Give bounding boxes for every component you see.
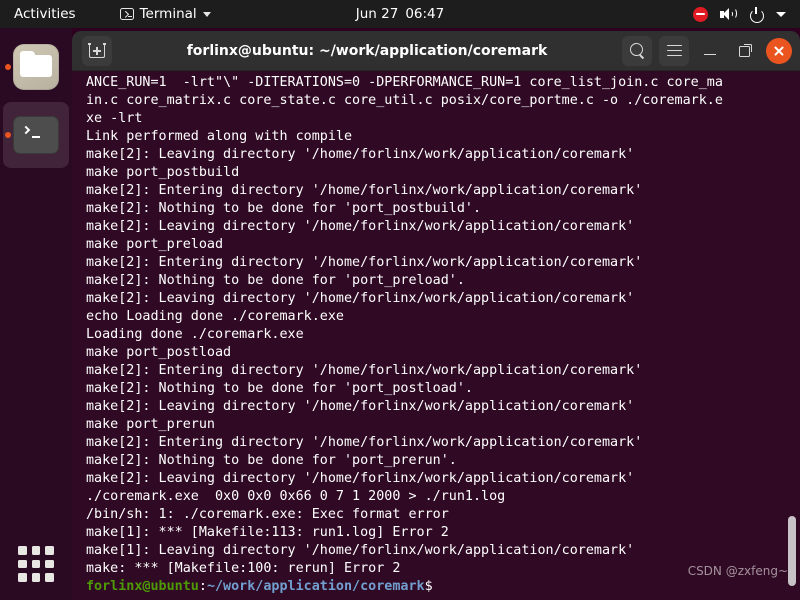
terminal-icon bbox=[13, 116, 59, 154]
gnome-top-bar: Activities Terminal Jun 27 06:47 bbox=[0, 0, 800, 28]
desktop-screen: Activities Terminal Jun 27 06:47 forlinx… bbox=[0, 0, 800, 600]
prompt-user-host: forlinx@ubuntu bbox=[86, 579, 199, 594]
terminal-body[interactable]: ANCE_RUN=1 -lrt"\" -DITERATIONS=0 -DPERF… bbox=[72, 71, 800, 600]
terminal-line: make[2]: Entering directory '/home/forli… bbox=[86, 183, 643, 198]
terminal-line: make[1]: *** [Makefile:113: run1.log] Er… bbox=[86, 525, 449, 540]
system-tray[interactable] bbox=[693, 0, 792, 28]
window-titlebar[interactable]: forlinx@ubuntu: ~/work/application/corem… bbox=[72, 31, 800, 71]
running-indicator-dot bbox=[5, 132, 11, 138]
terminal-output: ANCE_RUN=1 -lrt"\" -DITERATIONS=0 -DPERF… bbox=[74, 74, 800, 596]
power-icon[interactable] bbox=[749, 6, 764, 23]
clock-date: Jun 27 bbox=[355, 6, 399, 22]
dock-item-files[interactable] bbox=[3, 34, 69, 100]
chevron-down-icon[interactable] bbox=[776, 11, 786, 17]
minimize-button[interactable] bbox=[696, 37, 724, 65]
folder-icon bbox=[13, 44, 59, 90]
app-menu-terminal[interactable]: Terminal bbox=[114, 0, 217, 28]
terminal-line: make[2]: Nothing to be done for 'port_po… bbox=[86, 201, 482, 216]
prompt-separator: : bbox=[198, 579, 207, 594]
show-applications-button[interactable] bbox=[14, 542, 58, 586]
clock-time: 06:47 bbox=[405, 6, 445, 22]
terminal-line: make[2]: Nothing to be done for 'port_pr… bbox=[86, 273, 465, 288]
terminal-line: xe -lrt bbox=[86, 111, 143, 126]
volume-icon[interactable] bbox=[720, 7, 737, 22]
activities-button[interactable]: Activities bbox=[0, 0, 86, 28]
terminal-line: make[2]: Leaving directory '/home/forlin… bbox=[86, 471, 635, 486]
do-not-disturb-icon[interactable] bbox=[693, 6, 708, 22]
terminal-prompt-line: forlinx@ubuntu:~/work/application/corema… bbox=[86, 578, 800, 596]
watermark-text: CSDN @zxfeng~ bbox=[687, 564, 788, 578]
prompt-symbol: $ bbox=[424, 579, 433, 594]
hamburger-menu-icon bbox=[666, 44, 682, 57]
titlebar-controls bbox=[622, 35, 792, 66]
terminal-line: make port_postload bbox=[86, 345, 232, 360]
terminal-line: make[2]: Leaving directory '/home/forlin… bbox=[86, 399, 635, 414]
terminal-line: make port_preload bbox=[86, 237, 224, 252]
terminal-line: make[2]: Nothing to be done for 'port_po… bbox=[86, 381, 473, 396]
close-button[interactable] bbox=[766, 37, 792, 64]
search-icon bbox=[629, 43, 645, 58]
terminal-line: make[2]: Entering directory '/home/forli… bbox=[86, 363, 643, 378]
terminal-line: make[2]: Entering directory '/home/forli… bbox=[86, 435, 643, 450]
dock-item-terminal[interactable] bbox=[3, 102, 69, 168]
search-button[interactable] bbox=[622, 35, 652, 66]
terminal-scrollbar[interactable] bbox=[787, 71, 798, 600]
minimize-icon bbox=[704, 53, 716, 56]
terminal-icon bbox=[119, 8, 134, 20]
terminal-line: ./coremark.exe 0x0 0x0 0x66 0 7 1 2000 >… bbox=[86, 489, 506, 504]
activities-label: Activities bbox=[14, 6, 76, 22]
terminal-line: make[2]: Leaving directory '/home/forlin… bbox=[86, 291, 635, 306]
terminal-line: make[2]: Nothing to be done for 'port_pr… bbox=[86, 453, 457, 468]
new-tab-button[interactable] bbox=[82, 35, 112, 66]
terminal-line: Loading done ./coremark.exe bbox=[86, 327, 304, 342]
terminal-line: make[1]: Leaving directory '/home/forlin… bbox=[86, 543, 635, 558]
terminal-line: make[2]: Leaving directory '/home/forlin… bbox=[86, 147, 635, 162]
terminal-line: make[2]: Entering directory '/home/forli… bbox=[86, 255, 643, 270]
terminal-window: forlinx@ubuntu: ~/work/application/corem… bbox=[72, 31, 800, 600]
terminal-line: /bin/sh: 1: ./coremark.exe: Exec format … bbox=[86, 507, 449, 522]
running-indicator-dot bbox=[5, 64, 11, 70]
chevron-down-icon bbox=[202, 11, 211, 17]
terminal-line: Link performed along with compile bbox=[86, 129, 353, 144]
terminal-line: ANCE_RUN=1 -lrt"\" -DITERATIONS=0 -DPERF… bbox=[86, 75, 723, 90]
terminal-line: make port_prerun bbox=[86, 417, 215, 432]
terminal-line: echo Loading done ./coremark.exe bbox=[86, 309, 344, 324]
dock bbox=[0, 28, 72, 600]
scrollbar-thumb[interactable] bbox=[788, 516, 796, 586]
maximize-button[interactable] bbox=[731, 37, 759, 65]
app-menu-label: Terminal bbox=[139, 6, 197, 22]
window-title: forlinx@ubuntu: ~/work/application/corem… bbox=[186, 42, 548, 59]
restore-icon bbox=[738, 44, 752, 57]
new-tab-icon bbox=[88, 42, 106, 58]
terminal-line: in.c core_matrix.c core_state.c core_uti… bbox=[86, 93, 723, 108]
terminal-cursor bbox=[433, 578, 441, 592]
menu-button[interactable] bbox=[659, 35, 689, 66]
terminal-line: make port_postbuild bbox=[86, 165, 240, 180]
prompt-path: ~/work/application/coremark bbox=[206, 579, 425, 594]
terminal-line: make[2]: Leaving directory '/home/forlin… bbox=[86, 219, 635, 234]
